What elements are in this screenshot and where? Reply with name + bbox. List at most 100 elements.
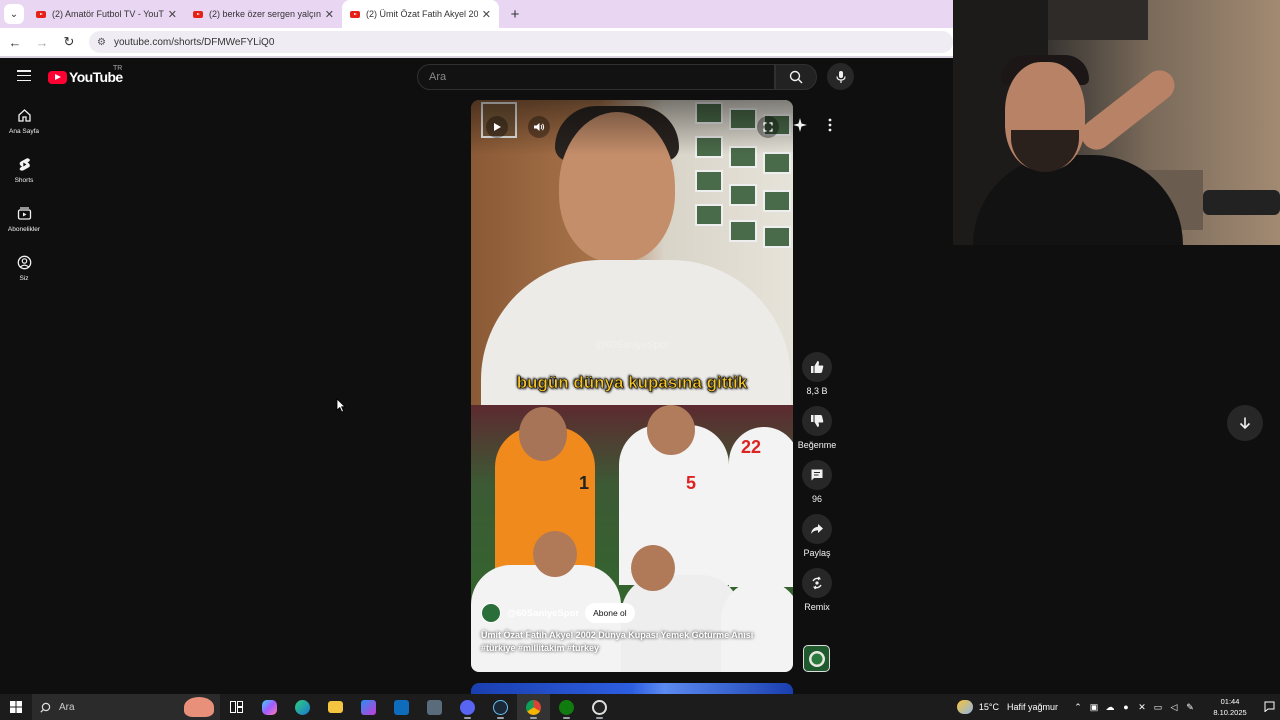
forward-arrow-icon[interactable]: → [30,35,54,50]
notification-icon[interactable] [1258,701,1280,714]
voice-search-button[interactable] [827,63,854,90]
taskbar-steam[interactable] [484,694,517,720]
steam-icon [493,699,508,715]
taskbar-recorder[interactable] [583,694,616,720]
fullscreen-icon [763,122,773,132]
pen-icon[interactable]: ✎ [1182,702,1198,713]
clock[interactable]: 01:44 8.10.2025 [1202,696,1258,718]
reload-icon[interactable]: ↻ [57,34,81,50]
like-button[interactable] [802,352,832,382]
microphone-arm [1203,190,1280,215]
search-input[interactable]: Ara [417,64,775,90]
taskbar-store[interactable] [352,694,385,720]
task-view-button[interactable] [220,694,253,720]
comment-action[interactable]: 96 [795,460,839,504]
thumbs-down-icon [811,415,824,427]
remix-action[interactable]: Remix [795,568,839,612]
remix-icon [812,576,822,590]
search-button[interactable] [775,64,817,90]
recorder-icon [592,699,607,715]
cloud-off-icon[interactable]: ☁ [1102,702,1118,713]
like-action[interactable]: 8,3 B [795,352,839,396]
more-options-button[interactable] [822,117,838,138]
back-arrow-icon[interactable]: ← [3,35,27,50]
network-off-icon[interactable]: ✕ [1134,702,1150,713]
speaker-icon[interactable]: ◁ [1166,702,1182,713]
nav-item-you[interactable]: Siz [0,247,48,296]
channel-row: @60SaniyeSpor Abone ol [481,603,635,623]
volume-button[interactable] [528,116,550,138]
remix-button[interactable] [802,568,832,598]
menu-icon[interactable] [17,70,31,81]
taskbar-copilot[interactable] [253,694,286,720]
taskbar-search[interactable]: Ara [32,694,220,720]
sparkle-icon [793,118,807,132]
ambient-mode-button[interactable] [792,117,808,138]
taskbar-discord[interactable] [451,694,484,720]
short-title[interactable]: Ümit Özat Fatih Akyel 2002 Dünya Kupası … [481,629,786,655]
tab-berke-ozer[interactable]: (2) berke özer sergen yalçın - Yo ✕ [185,0,342,28]
tab-close-icon[interactable]: ✕ [168,8,177,21]
store-icon [361,699,376,715]
jersey-number: 1 [579,473,590,493]
new-tab-button[interactable]: + [503,6,527,23]
next-short-button[interactable] [1227,405,1263,441]
site-info-icon[interactable]: ⚙ [97,37,106,48]
nav-label: Siz [19,275,29,282]
clock-time: 01:44 [1220,697,1240,706]
more-vertical-icon [828,118,832,132]
tab-search-button[interactable]: ⌄ [4,4,24,24]
nav-item-shorts[interactable]: Shorts [0,149,48,198]
channel-handle[interactable]: @60SaniyeSpor [507,608,579,619]
comment-button[interactable] [802,460,832,490]
home-icon [17,109,31,122]
channel-thumbnail[interactable] [803,645,830,672]
discord-icon [460,699,475,715]
edge-icon [295,699,310,715]
comment-icon [811,469,823,481]
app-tray-icon[interactable]: ▣ [1086,702,1102,713]
tab-close-icon[interactable]: ✕ [325,8,334,21]
youtube-favicon-icon [350,10,360,18]
taskbar-app-gallery[interactable] [418,694,451,720]
taskbar-file-explorer[interactable] [319,694,352,720]
system-tray: 15°C Hafif yağmur ⌃ ▣ ☁ ● ✕ ▭ ◁ ✎ 01:44 … [956,694,1280,720]
xbox-icon [559,699,574,715]
dislike-button[interactable] [802,406,832,436]
share-button[interactable] [802,514,832,544]
chevron-up-icon[interactable]: ⌃ [1070,702,1086,713]
microphone-tray-icon[interactable]: ● [1118,702,1134,712]
tab-amator-futbol[interactable]: (2) Amatör Futbol TV - YouTube ✕ [28,0,185,28]
subscribe-button[interactable]: Abone ol [585,603,635,623]
taskbar-search-placeholder: Ara [59,701,75,713]
weather-widget[interactable]: 15°C Hafif yağmur [956,700,1058,714]
channel-avatar[interactable] [481,603,501,623]
display-icon[interactable]: ▭ [1150,702,1166,713]
dislike-action[interactable]: Beğenme [795,406,839,450]
thumbs-up-icon [811,361,824,373]
address-bar[interactable]: ⚙ youtube.com/shorts/DFMWeFYLiQ0 [89,31,953,53]
task-view-icon [230,701,243,713]
tab-umit-ozat[interactable]: (2) Ümit Özat Fatih Akyel 2002 ✕ [342,0,499,28]
youtube-logo[interactable]: YouTube TR [48,65,123,85]
nav-item-home[interactable]: Ana Sayfa [0,100,48,149]
fullscreen-button[interactable] [757,116,779,138]
tab-close-icon[interactable]: ✕ [482,8,491,21]
browser-tab-bar: ⌄ (2) Amatör Futbol TV - YouTube ✕ (2) b… [0,0,953,28]
share-action[interactable]: Paylaş [795,514,839,558]
video-caption: bugün dünya kupasına gittik [471,373,793,393]
short-actions: 8,3 B Beğenme 96 Paylaş Remix [795,352,839,622]
taskbar-outlook[interactable] [385,694,418,720]
dislike-label: Beğenme [797,440,837,450]
play-button[interactable] [486,116,508,138]
comment-count: 96 [811,494,822,504]
volume-icon [534,123,545,131]
short-hashtags[interactable]: #türkiye #millitakim #turkey [481,643,599,653]
taskbar-edge[interactable] [286,694,319,720]
start-button[interactable] [0,694,32,720]
taskbar-xbox[interactable] [550,694,583,720]
photos-icon [427,699,442,715]
taskbar-chrome[interactable] [517,694,550,720]
short-video-player[interactable]: @60SaniyeSpor bugün dünya kupasına gitti… [471,100,793,672]
nav-item-subscriptions[interactable]: Abonelikler [0,198,48,247]
